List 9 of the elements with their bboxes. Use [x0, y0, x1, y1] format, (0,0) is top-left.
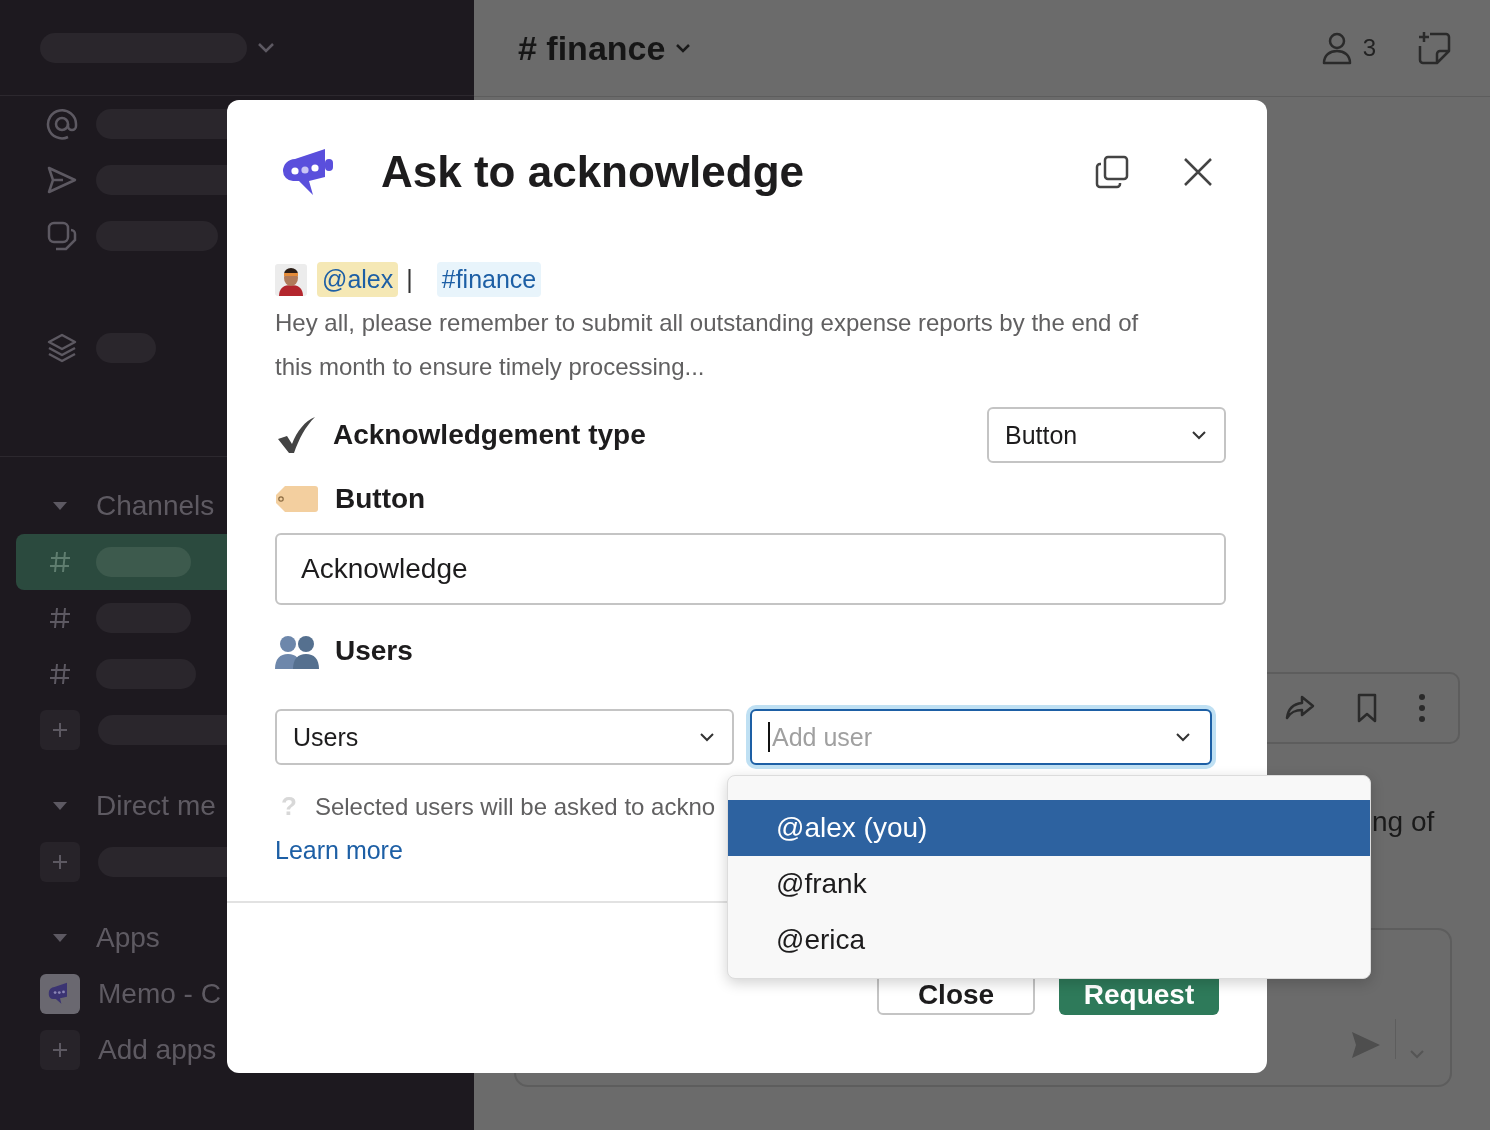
dialog-title: Ask to acknowledge	[381, 147, 805, 197]
message-text: ng of	[1372, 806, 1435, 838]
field-label: Button	[335, 483, 426, 515]
field-label: Acknowledgement type	[333, 419, 646, 451]
field-label: Users	[335, 635, 413, 667]
help-icon: ?	[281, 791, 297, 822]
hint-text: Selected users will be asked to ackno	[314, 792, 716, 821]
separator: |	[406, 265, 413, 294]
message-preview: Hey all, please remember to submit all outstanding expense reports by the end of this month to ensure timely processing...	[275, 308, 1140, 382]
